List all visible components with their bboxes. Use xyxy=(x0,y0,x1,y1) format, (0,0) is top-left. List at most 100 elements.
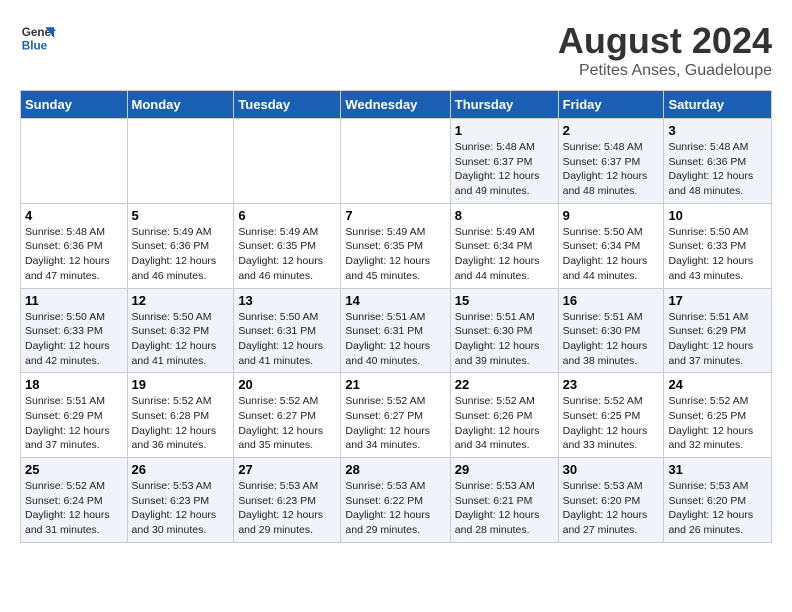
day-info: Sunrise: 5:50 AM Sunset: 6:32 PM Dayligh… xyxy=(132,310,230,369)
day-info: Sunrise: 5:51 AM Sunset: 6:29 PM Dayligh… xyxy=(25,394,123,453)
day-number: 26 xyxy=(132,462,230,477)
day-cell: 21 Sunrise: 5:52 AM Sunset: 6:27 PM Dayli… xyxy=(341,373,450,458)
calendar-header-row: SundayMondayTuesdayWednesdayThursdayFrid… xyxy=(21,91,772,119)
day-number: 30 xyxy=(563,462,660,477)
day-number: 22 xyxy=(455,377,554,392)
day-cell: 20 Sunrise: 5:52 AM Sunset: 6:27 PM Dayli… xyxy=(234,373,341,458)
main-title: August 2024 xyxy=(558,20,772,62)
day-number: 14 xyxy=(345,293,445,308)
day-info: Sunrise: 5:50 AM Sunset: 6:31 PM Dayligh… xyxy=(238,310,336,369)
week-row-3: 18 Sunrise: 5:51 AM Sunset: 6:29 PM Dayli… xyxy=(21,373,772,458)
day-info: Sunrise: 5:53 AM Sunset: 6:21 PM Dayligh… xyxy=(455,479,554,538)
day-number: 21 xyxy=(345,377,445,392)
day-info: Sunrise: 5:49 AM Sunset: 6:35 PM Dayligh… xyxy=(238,225,336,284)
day-number: 29 xyxy=(455,462,554,477)
week-row-1: 4 Sunrise: 5:48 AM Sunset: 6:36 PM Daylig… xyxy=(21,203,772,288)
header: General Blue August 2024 Petites Anses, … xyxy=(20,20,772,80)
day-number: 6 xyxy=(238,208,336,223)
week-row-4: 25 Sunrise: 5:52 AM Sunset: 6:24 PM Dayli… xyxy=(21,458,772,543)
day-cell: 7 Sunrise: 5:49 AM Sunset: 6:35 PM Daylig… xyxy=(341,203,450,288)
header-wednesday: Wednesday xyxy=(341,91,450,119)
day-cell: 17 Sunrise: 5:51 AM Sunset: 6:29 PM Dayli… xyxy=(664,288,772,373)
day-info: Sunrise: 5:48 AM Sunset: 6:37 PM Dayligh… xyxy=(563,140,660,199)
day-cell xyxy=(127,119,234,204)
day-cell: 27 Sunrise: 5:53 AM Sunset: 6:23 PM Dayli… xyxy=(234,458,341,543)
logo-icon: General Blue xyxy=(20,20,56,56)
logo: General Blue xyxy=(20,20,56,56)
title-section: August 2024 Petites Anses, Guadeloupe xyxy=(558,20,772,80)
day-number: 3 xyxy=(668,123,767,138)
day-cell: 28 Sunrise: 5:53 AM Sunset: 6:22 PM Dayli… xyxy=(341,458,450,543)
day-cell: 1 Sunrise: 5:48 AM Sunset: 6:37 PM Daylig… xyxy=(450,119,558,204)
day-info: Sunrise: 5:50 AM Sunset: 6:33 PM Dayligh… xyxy=(668,225,767,284)
day-cell xyxy=(341,119,450,204)
day-number: 17 xyxy=(668,293,767,308)
day-number: 1 xyxy=(455,123,554,138)
day-cell: 30 Sunrise: 5:53 AM Sunset: 6:20 PM Dayli… xyxy=(558,458,664,543)
day-cell: 9 Sunrise: 5:50 AM Sunset: 6:34 PM Daylig… xyxy=(558,203,664,288)
day-number: 19 xyxy=(132,377,230,392)
day-info: Sunrise: 5:52 AM Sunset: 6:24 PM Dayligh… xyxy=(25,479,123,538)
day-info: Sunrise: 5:52 AM Sunset: 6:26 PM Dayligh… xyxy=(455,394,554,453)
day-info: Sunrise: 5:51 AM Sunset: 6:30 PM Dayligh… xyxy=(563,310,660,369)
day-cell: 31Sunrise: 5:53 AM Sunset: 6:20 PM Dayli… xyxy=(664,458,772,543)
day-info: Sunrise: 5:52 AM Sunset: 6:27 PM Dayligh… xyxy=(345,394,445,453)
day-info: Sunrise: 5:53 AM Sunset: 6:23 PM Dayligh… xyxy=(238,479,336,538)
day-number: 12 xyxy=(132,293,230,308)
day-cell: 14 Sunrise: 5:51 AM Sunset: 6:31 PM Dayli… xyxy=(341,288,450,373)
day-number: 2 xyxy=(563,123,660,138)
day-number: 4 xyxy=(25,208,123,223)
day-number: 25 xyxy=(25,462,123,477)
day-number: 5 xyxy=(132,208,230,223)
header-friday: Friday xyxy=(558,91,664,119)
day-cell xyxy=(21,119,128,204)
day-number: 23 xyxy=(563,377,660,392)
day-cell xyxy=(234,119,341,204)
day-info: Sunrise: 5:48 AM Sunset: 6:36 PM Dayligh… xyxy=(25,225,123,284)
day-number: 16 xyxy=(563,293,660,308)
day-cell: 29 Sunrise: 5:53 AM Sunset: 6:21 PM Dayli… xyxy=(450,458,558,543)
day-info: Sunrise: 5:48 AM Sunset: 6:36 PM Dayligh… xyxy=(668,140,767,199)
subtitle: Petites Anses, Guadeloupe xyxy=(558,62,772,80)
day-cell: 3 Sunrise: 5:48 AM Sunset: 6:36 PM Daylig… xyxy=(664,119,772,204)
day-info: Sunrise: 5:52 AM Sunset: 6:25 PM Dayligh… xyxy=(668,394,767,453)
header-saturday: Saturday xyxy=(664,91,772,119)
day-info: Sunrise: 5:53 AM Sunset: 6:23 PM Dayligh… xyxy=(132,479,230,538)
day-number: 10 xyxy=(668,208,767,223)
day-cell: 13 Sunrise: 5:50 AM Sunset: 6:31 PM Dayli… xyxy=(234,288,341,373)
day-cell: 26 Sunrise: 5:53 AM Sunset: 6:23 PM Dayli… xyxy=(127,458,234,543)
day-info: Sunrise: 5:51 AM Sunset: 6:31 PM Dayligh… xyxy=(345,310,445,369)
day-info: Sunrise: 5:50 AM Sunset: 6:34 PM Dayligh… xyxy=(563,225,660,284)
day-cell: 15Sunrise: 5:51 AM Sunset: 6:30 PM Dayli… xyxy=(450,288,558,373)
day-number: 9 xyxy=(563,208,660,223)
day-cell: 6 Sunrise: 5:49 AM Sunset: 6:35 PM Daylig… xyxy=(234,203,341,288)
day-number: 7 xyxy=(345,208,445,223)
day-cell: 23 Sunrise: 5:52 AM Sunset: 6:25 PM Dayli… xyxy=(558,373,664,458)
day-cell: 10 Sunrise: 5:50 AM Sunset: 6:33 PM Dayli… xyxy=(664,203,772,288)
day-number: 20 xyxy=(238,377,336,392)
day-info: Sunrise: 5:52 AM Sunset: 6:25 PM Dayligh… xyxy=(563,394,660,453)
day-info: Sunrise: 5:53 AM Sunset: 6:22 PM Dayligh… xyxy=(345,479,445,538)
calendar-body: 1 Sunrise: 5:48 AM Sunset: 6:37 PM Daylig… xyxy=(21,119,772,543)
day-info: Sunrise: 5:53 AM Sunset: 6:20 PM Dayligh… xyxy=(563,479,660,538)
day-info: Sunrise: 5:51 AM Sunset: 6:29 PM Dayligh… xyxy=(668,310,767,369)
day-cell: 18 Sunrise: 5:51 AM Sunset: 6:29 PM Dayli… xyxy=(21,373,128,458)
day-info: Sunrise: 5:50 AM Sunset: 6:33 PM Dayligh… xyxy=(25,310,123,369)
day-info: Sunrise: 5:48 AM Sunset: 6:37 PM Dayligh… xyxy=(455,140,554,199)
day-info: Sunrise: 5:49 AM Sunset: 6:35 PM Dayligh… xyxy=(345,225,445,284)
day-number: 18 xyxy=(25,377,123,392)
day-number: 13 xyxy=(238,293,336,308)
day-cell: 4 Sunrise: 5:48 AM Sunset: 6:36 PM Daylig… xyxy=(21,203,128,288)
day-number: 27 xyxy=(238,462,336,477)
day-number: 28 xyxy=(345,462,445,477)
header-sunday: Sunday xyxy=(21,91,128,119)
day-info: Sunrise: 5:52 AM Sunset: 6:27 PM Dayligh… xyxy=(238,394,336,453)
day-cell: 16 Sunrise: 5:51 AM Sunset: 6:30 PM Dayli… xyxy=(558,288,664,373)
day-cell: 11Sunrise: 5:50 AM Sunset: 6:33 PM Dayli… xyxy=(21,288,128,373)
day-cell: 25 Sunrise: 5:52 AM Sunset: 6:24 PM Dayli… xyxy=(21,458,128,543)
day-info: Sunrise: 5:51 AM Sunset: 6:30 PM Dayligh… xyxy=(455,310,554,369)
day-number: 31 xyxy=(668,462,767,477)
day-cell: 12 Sunrise: 5:50 AM Sunset: 6:32 PM Dayli… xyxy=(127,288,234,373)
day-cell: 2 Sunrise: 5:48 AM Sunset: 6:37 PM Daylig… xyxy=(558,119,664,204)
day-number: 8 xyxy=(455,208,554,223)
